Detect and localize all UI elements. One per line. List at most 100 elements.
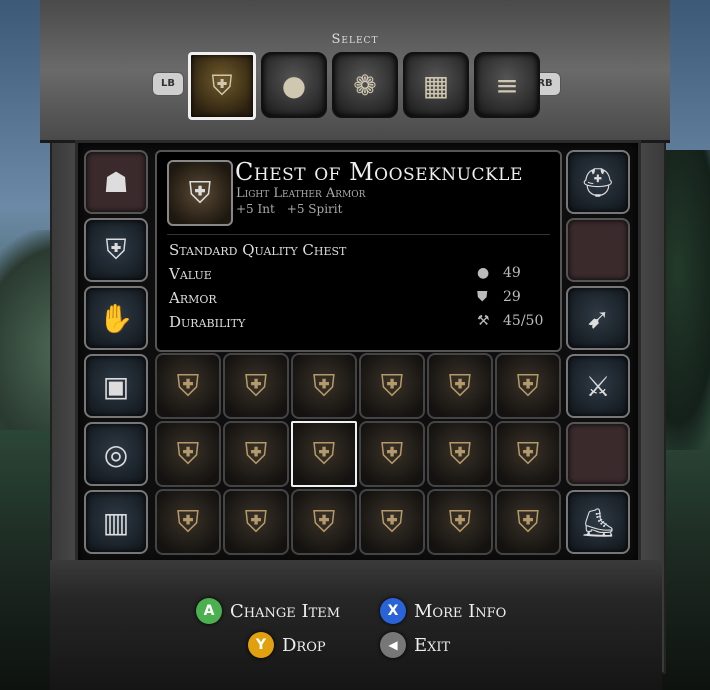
- legs-slot[interactable]: ▥: [84, 490, 148, 554]
- armor-item-slot[interactable]: ⛨: [291, 489, 357, 555]
- item-name: Chest of Mooseknuckle: [235, 158, 523, 186]
- lb-bumper-button[interactable]: LB: [152, 72, 184, 96]
- chest-armor-icon: ⛨: [176, 504, 200, 540]
- item-type: Light Leather Armor: [236, 186, 366, 201]
- tab-scroll[interactable]: ❁: [332, 52, 398, 118]
- armor-item-slot[interactable]: ⛨: [223, 489, 289, 555]
- axe-slot[interactable]: ⚔: [566, 354, 630, 418]
- chest-armor-icon: ⛨: [244, 436, 268, 472]
- book-icon: ▦: [422, 68, 450, 102]
- chest-armor-icon: ⛨: [105, 233, 127, 266]
- chest-armor-icon: ⛨: [448, 504, 472, 540]
- chest-armor-icon: ⛨: [380, 436, 404, 472]
- armor-item-slot[interactable]: ⛨: [359, 421, 425, 487]
- hint-exit[interactable]: ◀ Exit: [380, 632, 450, 658]
- chest-armor-icon: ⛨: [448, 436, 472, 472]
- item-bonuses: +5 Int +5 Spirit: [236, 202, 354, 216]
- hint-label: Change Item: [230, 600, 341, 622]
- stat-label: Armor: [169, 289, 217, 307]
- select-label: Select: [331, 32, 379, 47]
- tab-list[interactable]: ≡: [474, 52, 540, 118]
- bonus-spirit: +5 Spirit: [286, 202, 343, 216]
- hint-label: Drop: [282, 634, 326, 656]
- tab-bag[interactable]: ●: [261, 52, 327, 118]
- gloves-slot[interactable]: ✋: [84, 286, 148, 350]
- empty-slot-2[interactable]: [566, 422, 630, 486]
- armor-item-slot[interactable]: ⛨: [223, 353, 289, 419]
- tab-equipment[interactable]: ⛨: [188, 52, 256, 120]
- armor-item-slot[interactable]: ⛨: [427, 421, 493, 487]
- armor-item-slot[interactable]: ⛨: [155, 489, 221, 555]
- armor-item-slot[interactable]: ⛨: [495, 353, 561, 419]
- chest-armor-icon: ⛨: [380, 368, 404, 404]
- chest-armor-icon: ⛨: [380, 504, 404, 540]
- legs-icon: ▥: [102, 505, 130, 539]
- chest-armor-icon: ⛨: [244, 368, 268, 404]
- item-quality: Standard Quality Chest: [169, 241, 347, 259]
- stat-value: 29: [503, 289, 521, 305]
- divider: [167, 234, 550, 235]
- boots-icon: ⛸: [580, 505, 616, 539]
- armor-item-slot[interactable]: ⛨: [291, 353, 357, 419]
- armor-item-slot[interactable]: ⛨: [359, 353, 425, 419]
- armor-item-slot[interactable]: ⛨: [427, 489, 493, 555]
- x-button-icon: X: [380, 598, 406, 624]
- chest-slot[interactable]: ⛨: [84, 218, 148, 282]
- armor-item-slot[interactable]: ⛨: [359, 489, 425, 555]
- shield-sword-icon: ⛨: [211, 69, 233, 102]
- stat-row-value: Value ● 49: [169, 265, 549, 287]
- coin-icon: ●: [477, 265, 490, 281]
- chest-armor-icon: ⛨: [244, 504, 268, 540]
- armor-item-slot[interactable]: ⛨: [495, 489, 561, 555]
- boots-slot[interactable]: ⛸: [566, 490, 630, 554]
- chest-armor-icon: ⛨: [516, 436, 540, 472]
- chest-armor-icon: ⛨: [516, 368, 540, 404]
- armor-item-slot[interactable]: ⛨: [155, 353, 221, 419]
- item-preview-icon: ⛨: [167, 160, 233, 226]
- stat-value: 49: [503, 265, 521, 281]
- bracer-icon: ▣: [102, 369, 130, 403]
- armor-item-slot[interactable]: ⛨: [495, 421, 561, 487]
- armor-item-slot[interactable]: ⛨: [155, 421, 221, 487]
- armor-item-slot[interactable]: ⛨: [427, 353, 493, 419]
- bag-icon: ●: [281, 68, 307, 102]
- bow-slot[interactable]: ➹: [566, 286, 630, 350]
- stat-row-armor: Armor ⛊ 29: [169, 289, 549, 311]
- shoulders-slot[interactable]: ☗: [84, 150, 148, 214]
- hint-label: Exit: [414, 634, 451, 656]
- stat-label: Value: [169, 265, 212, 283]
- gloves-icon: ✋: [98, 301, 134, 335]
- hammer-icon: ⚒: [477, 313, 490, 329]
- chest-armor-icon: ⛨: [176, 436, 200, 472]
- chest-armor-icon: ⛨: [312, 436, 336, 472]
- tab-book[interactable]: ▦: [403, 52, 469, 118]
- back-button-icon: ◀: [380, 632, 406, 658]
- hint-more-info[interactable]: X More Info: [380, 598, 506, 624]
- chest-armor-icon: ⛨: [176, 368, 200, 404]
- category-tab-bar: ⛨ ● ❁ ▦ ≡: [188, 52, 540, 120]
- hint-label: More Info: [414, 600, 507, 622]
- chest-armor-icon: ⛨: [448, 368, 472, 404]
- armor-item-slot[interactable]: ⛨: [223, 421, 289, 487]
- hint-change-item[interactable]: A Change Item: [196, 598, 340, 624]
- item-info-box: ⛨ Chest of Mooseknuckle Light Leather Ar…: [155, 150, 562, 352]
- ring-icon: ◎: [103, 437, 129, 471]
- bonus-int: +5 Int: [236, 202, 275, 216]
- bracer-slot[interactable]: ▣: [84, 354, 148, 418]
- y-button-icon: Y: [248, 632, 274, 658]
- hint-drop[interactable]: Y Drop: [248, 632, 326, 658]
- stat-label: Durability: [169, 313, 246, 331]
- bow-icon: ➹: [586, 301, 610, 335]
- stone-base: [50, 560, 662, 690]
- armor-item-slot-selected[interactable]: ⛨: [291, 421, 357, 487]
- helmet-slot[interactable]: ⛑: [566, 150, 630, 214]
- shoulders-icon: ☗: [103, 165, 129, 199]
- scroll-icon: ❁: [353, 68, 377, 102]
- a-button-icon: A: [196, 598, 222, 624]
- empty-slot-1[interactable]: [566, 218, 630, 282]
- axe-icon: ⚔: [585, 369, 611, 403]
- ring-slot[interactable]: ◎: [84, 422, 148, 486]
- chest-armor-icon: ⛨: [312, 504, 336, 540]
- helmet-icon: ⛑: [580, 165, 616, 199]
- chest-armor-icon: ⛨: [516, 504, 540, 540]
